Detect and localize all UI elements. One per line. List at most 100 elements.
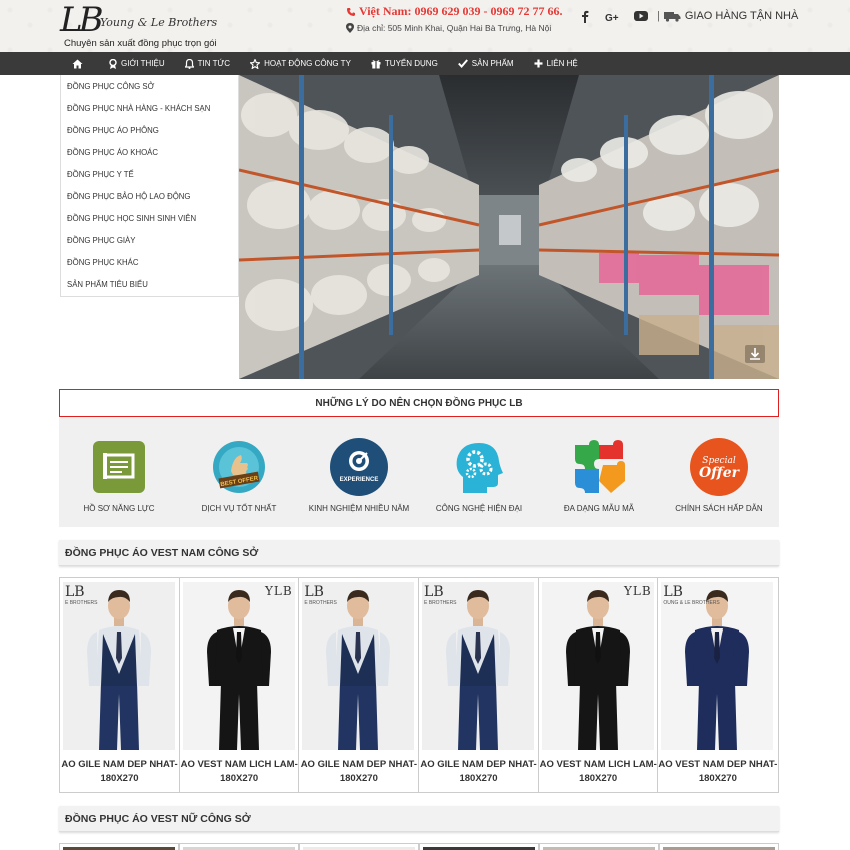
brand-subtext: E BROTHERS — [65, 600, 98, 606]
hero-banner[interactable] — [239, 75, 779, 379]
product-image[interactable]: YLB — [541, 582, 654, 750]
sidebar-item-giay[interactable]: ĐỒNG PHỤC GIÀY — [61, 230, 238, 252]
product-card[interactable]: YLB AO VEST NAM LICH LAM-180X270 — [180, 578, 300, 792]
product-card[interactable] — [419, 843, 539, 850]
brand-watermark: YLB — [264, 584, 293, 598]
brand-watermark: LB — [424, 584, 444, 600]
map-marker-icon — [346, 23, 354, 33]
logo-tagline: Chuyên sản xuất đồng phục trọn gói — [64, 38, 217, 49]
reason-label: CHÍNH SÁCH HẤP DẪN — [675, 504, 763, 513]
product-image[interactable]: LB OUNG & LE BROTHERS — [661, 582, 774, 750]
section-title-vest-nam[interactable]: ĐỒNG PHỤC ÁO VEST NAM CÔNG SỞ — [59, 540, 779, 566]
reason-kinh-nghiem[interactable]: EXPERIENCE KINH NGHIỆM NHIỀU NĂM — [299, 417, 419, 527]
product-card[interactable]: LB E BROTHERS AO GILE NAM DEP NHAT-180X270 — [299, 578, 420, 792]
sidebar-item-bao-ho[interactable]: ĐỒNG PHỤC BẢO HỘ LAO ĐỘNG — [61, 186, 238, 208]
truck-icon — [663, 11, 681, 22]
product-name[interactable]: AO VEST NAM DEP NHAT-180X270 — [658, 758, 777, 786]
nav-hoat-dong[interactable]: HOẠT ĐỘNG CÔNG TY — [240, 52, 361, 75]
nav-tin-tuc[interactable]: TIN TỨC — [175, 52, 240, 75]
product-card[interactable]: LB E BROTHERS AO GILE NAM DEP NHAT-180X270 — [60, 578, 180, 792]
product-card[interactable] — [539, 843, 659, 850]
delivery-notice[interactable]: | GIAO HÀNG TẬN NHÀ — [657, 10, 798, 22]
product-card[interactable] — [179, 843, 299, 850]
product-card[interactable]: LB E BROTHERS AO GILE NAM DEP NHAT-180X270 — [419, 578, 539, 792]
logo-mark: LB — [60, 0, 104, 40]
product-name[interactable]: AO GILE NAM DEP NHAT-180X270 — [419, 758, 538, 786]
contact-info: Việt Nam: 0969 629 039 - 0969 72 77 66. … — [346, 4, 586, 33]
product-image[interactable]: YLB — [182, 582, 295, 750]
reason-chinh-sach[interactable]: Special Offer CHÍNH SÁCH HẤP DẪN — [659, 417, 779, 527]
youtube-icon[interactable] — [633, 8, 649, 24]
phone-line: Việt Nam: 0969 629 039 - 0969 72 77 66. — [346, 4, 586, 19]
section-title-vest-nu[interactable]: ĐỒNG PHỤC ÁO VEST NỮ CÔNG SỞ — [59, 806, 779, 832]
product-card[interactable] — [59, 843, 179, 850]
site-logo[interactable]: LB Young & Le Brothers Chuyên sản xuất đ… — [60, 2, 220, 50]
sidebar-item-ao-khoac[interactable]: ĐỒNG PHỤC ÁO KHOÁC — [61, 142, 238, 164]
logo-script: Young & Le Brothers — [100, 16, 218, 29]
nav-san-pham[interactable]: SẢN PHẨM — [448, 52, 524, 75]
reasons-title: NHỮNG LÝ DO NÊN CHỌN ĐỒNG PHỤC LB — [59, 389, 779, 417]
product-image[interactable]: LB E BROTHERS — [422, 582, 535, 750]
reason-da-dang[interactable]: ĐA DẠNG MẪU MÃ — [539, 417, 659, 527]
product-name[interactable]: AO GILE NAM DEP NHAT-180X270 — [299, 758, 418, 786]
sidebar-item-nha-hang[interactable]: ĐỒNG PHỤC NHÀ HÀNG - KHÁCH SẠN — [61, 98, 238, 120]
sidebar-item-cong-so[interactable]: ĐỒNG PHỤC CÔNG SỞ — [61, 76, 238, 98]
reason-label: DỊCH VỤ TỐT NHẤT — [201, 504, 277, 513]
brand-watermark: LB — [304, 584, 324, 600]
product-name[interactable]: AO GILE NAM DEP NHAT-180X270 — [60, 758, 179, 786]
gift-icon — [371, 59, 381, 68]
product-card[interactable] — [659, 843, 779, 850]
sidebar-item-y-te[interactable]: ĐỒNG PHỤC Y TẾ — [61, 164, 238, 186]
badge-text-2: Offer — [699, 465, 741, 481]
svg-text:G+: G+ — [605, 13, 619, 22]
main-nav: GIỚI THIỆU TIN TỨC HOẠT ĐỘNG CÔNG TY TUY… — [0, 52, 850, 75]
google-plus-icon[interactable]: G+ — [603, 8, 623, 24]
sidebar-item-khac[interactable]: ĐỒNG PHỤC KHÁC — [61, 252, 238, 274]
download-icon[interactable] — [745, 345, 765, 363]
reason-cong-nghe[interactable]: CÔNG NGHỆ HIỆN ĐẠI — [419, 417, 539, 527]
badge-text: EXPERIENCE — [340, 477, 379, 483]
facebook-icon[interactable] — [577, 8, 593, 24]
profile-doc-icon — [93, 441, 145, 493]
reason-label: KINH NGHIỆM NHIỀU NĂM — [308, 504, 410, 513]
sidebar-item-hoc-sinh[interactable]: ĐỒNG PHỤC HỌC SINH SINH VIÊN — [61, 208, 238, 230]
product-name[interactable]: AO VEST NAM LICH LAM-180X270 — [539, 758, 658, 786]
phone-text: Việt Nam: 0969 629 039 - 0969 72 77 66. — [359, 4, 563, 18]
check-icon — [457, 59, 468, 68]
nav-label: GIỚI THIỆU — [121, 59, 165, 68]
special-offer-icon: Special Offer — [690, 438, 748, 496]
reason-ho-so[interactable]: HỒ SƠ NĂNG LỰC — [59, 417, 179, 527]
sidebar-item-ao-phong[interactable]: ĐỒNG PHỤC ÁO PHÔNG — [61, 120, 238, 142]
puzzle-icon — [575, 440, 625, 493]
sidebar-item-tieu-bieu[interactable]: SẢN PHẨM TIÊU BIỂU — [61, 274, 238, 296]
product-card[interactable] — [299, 843, 419, 850]
social-links: G+ | GIAO HÀNG TẬN NHÀ — [577, 8, 798, 24]
nav-tuyen-dung[interactable]: TUYỂN DỤNG — [361, 52, 448, 75]
product-image[interactable]: LB E BROTHERS — [63, 582, 175, 750]
reason-label: HỒ SƠ NĂNG LỰC — [83, 504, 155, 513]
product-name[interactable]: AO VEST NAM LICH LAM-180X270 — [180, 758, 299, 786]
reason-dich-vu[interactable]: BEST OFFER DỊCH VỤ TỐT NHẤT — [179, 417, 299, 527]
best-offer-badge-icon: BEST OFFER — [213, 441, 265, 493]
product-image[interactable]: LB E BROTHERS — [302, 582, 415, 750]
star-icon — [250, 58, 261, 69]
reasons-panel: HỒ SƠ NĂNG LỰC BEST OFFER DỊCH VỤ TỐT NH… — [59, 417, 779, 527]
product-grid-vest-nam: LB E BROTHERS AO GILE NAM DEP NHAT-180X270… — [59, 577, 779, 793]
product-card[interactable]: LB OUNG & LE BROTHERS AO VEST NAM DEP NHAT… — [658, 578, 778, 792]
nav-label: TUYỂN DỤNG — [384, 59, 438, 68]
nav-label: TIN TỨC — [197, 59, 231, 68]
brand-subtext: E BROTHERS — [424, 600, 457, 606]
category-sidebar: ĐỒNG PHỤC CÔNG SỞ ĐỒNG PHỤC NHÀ HÀNG - K… — [60, 75, 239, 297]
product-card[interactable]: YLB AO VEST NAM LICH LAM-180X270 — [539, 578, 659, 792]
brand-watermark: LB — [663, 584, 683, 600]
brand-watermark: LB — [65, 584, 85, 600]
nav-gioi-thieu[interactable]: GIỚI THIỆU — [99, 52, 175, 75]
brand-watermark: YLB — [623, 584, 652, 598]
bell-icon — [184, 58, 194, 69]
nav-lien-he[interactable]: LIÊN HỆ — [524, 52, 588, 75]
address-text: Địa chỉ: 505 Minh Khai, Quận Hai Bà Trưn… — [357, 23, 552, 33]
product-grid-vest-nu — [59, 843, 779, 850]
brand-subtext: OUNG & LE BROTHERS — [663, 600, 720, 606]
plus-icon — [534, 59, 543, 68]
nav-home[interactable] — [60, 52, 99, 75]
